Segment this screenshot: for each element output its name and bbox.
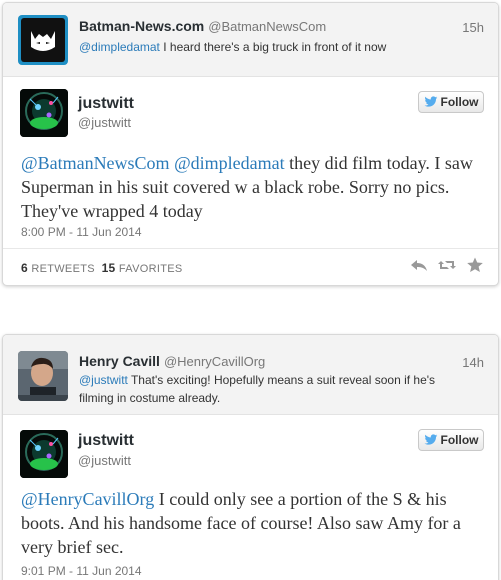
reply-author[interactable]: Henry Cavill @HenryCavillOrg	[79, 353, 265, 369]
follow-label: Follow	[440, 95, 479, 109]
in-reply-to-tweet: Batman-News.com @BatmanNewsCom 15h @dimpl…	[3, 3, 498, 77]
tweet-card-1: Batman-News.com @BatmanNewsCom 15h @dimpl…	[2, 2, 499, 286]
favorites-label[interactable]: FAVORITES	[119, 263, 183, 275]
justwitt-avatar[interactable]	[20, 430, 68, 478]
reply-text: @dimpledamat I heard there's a big truck…	[79, 38, 459, 56]
tweet-text: @HenryCavillOrg I could only see a porti…	[21, 487, 491, 559]
reply-body: That's exciting! Hopefully means a suit …	[79, 373, 436, 405]
tweet-text: @BatmanNewsCom @dimpledamat they did fil…	[21, 151, 491, 223]
follow-label: Follow	[440, 433, 479, 447]
henry-cavill-avatar[interactable]	[18, 351, 68, 401]
reply-author-handle[interactable]: @HenryCavillOrg	[164, 354, 265, 369]
twitter-bird-icon	[424, 96, 437, 107]
mention-dimpledamat[interactable]: @dimpledamat	[174, 153, 285, 173]
reply-mention[interactable]: @dimpledamat	[79, 40, 160, 54]
tweet-card-2: Henry Cavill @HenryCavillOrg 14h @justwit…	[2, 334, 499, 580]
favorites-count[interactable]: 15	[102, 261, 116, 275]
reply-time[interactable]: 14h	[462, 355, 484, 370]
in-reply-to-tweet: Henry Cavill @HenryCavillOrg 14h @justwit…	[3, 335, 498, 415]
reply-body: I heard there's a big truck in front of …	[159, 40, 387, 54]
retweets-count[interactable]: 6	[21, 261, 28, 275]
twitter-bird-icon	[424, 434, 437, 445]
mention-henrycavillorg[interactable]: @HenryCavillOrg	[21, 489, 154, 509]
follow-button[interactable]: Follow	[418, 429, 484, 451]
tweet-author-name[interactable]: justwitt	[78, 432, 134, 450]
tweet-author-handle[interactable]: @justwitt	[78, 453, 131, 468]
mention-batmannews[interactable]: @BatmanNewsCom	[21, 153, 170, 173]
reply-icon[interactable]	[410, 257, 428, 273]
tweet-stats: 6 RETWEETS 15 FAVORITES	[21, 261, 183, 275]
tweet-timestamp[interactable]: 9:01 PM - 11 Jun 2014	[21, 564, 142, 578]
reply-author-name[interactable]: Henry Cavill	[79, 353, 160, 369]
reply-author[interactable]: Batman-News.com @BatmanNewsCom	[79, 18, 326, 34]
reply-mention[interactable]: @justwitt	[79, 373, 128, 387]
retweet-icon[interactable]	[438, 257, 456, 273]
divider	[3, 248, 498, 249]
follow-button[interactable]: Follow	[418, 91, 484, 113]
reply-author-handle[interactable]: @BatmanNewsCom	[208, 19, 326, 34]
reply-text: @justwitt That's exciting! Hopefully mea…	[79, 371, 449, 407]
tweet-timestamp[interactable]: 8:00 PM - 11 Jun 2014	[21, 225, 142, 239]
reply-author-name[interactable]: Batman-News.com	[79, 18, 204, 34]
retweets-label[interactable]: RETWEETS	[31, 263, 95, 275]
reply-time[interactable]: 15h	[462, 20, 484, 35]
tweet-author-name[interactable]: justwitt	[78, 95, 134, 113]
batman-news-avatar[interactable]	[18, 15, 68, 65]
justwitt-avatar[interactable]	[20, 89, 68, 137]
favorite-icon[interactable]	[466, 257, 484, 273]
tweet-actions	[410, 257, 484, 273]
tweet-author-handle[interactable]: @justwitt	[78, 115, 131, 130]
